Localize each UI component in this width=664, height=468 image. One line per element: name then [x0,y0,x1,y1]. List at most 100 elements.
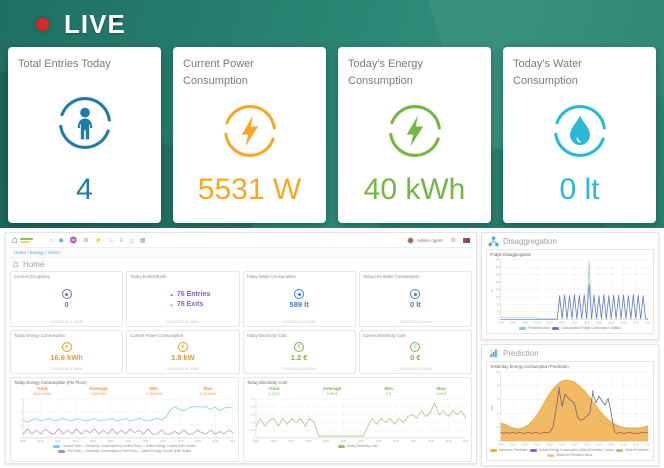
svg-text:16:00: 16:00 [596,444,603,446]
droplet-icon [513,89,646,173]
svg-text:10:00: 10:00 [559,322,566,324]
bar-chart-icon [488,348,499,359]
user-name: Admin Agent [417,238,443,243]
svg-text:18:00: 18:00 [608,322,615,324]
svg-text:40: 40 [497,413,500,415]
card-value: 5531 W [183,173,316,207]
svg-text:14:00: 14:00 [143,440,150,443]
tile-hot-water-consumption[interactable]: Today Hot Water Consumption 0 lt 22/04/2… [359,271,472,327]
svg-text:00:00: 00:00 [498,444,505,446]
bolt-icon [183,89,316,173]
svg-text:18:00: 18:00 [608,444,615,446]
tile-entries-exits[interactable]: Today Entries/Exits ▲76 Entries ▲76 Exit… [126,271,239,327]
svg-text:06:00: 06:00 [72,440,79,443]
legend-label: First Floor — Electricity Consumption (F… [67,449,191,454]
svg-text:02:00: 02:00 [510,444,517,446]
legend-label: Consumption/Fridge Consumption (Watts) [561,326,620,331]
panel-header: Disaggregation [482,233,658,249]
gear-icon[interactable]: ⚙ [451,237,456,244]
svg-text:0.08: 0.08 [250,406,255,409]
stat-value: 0.45 kWh [146,392,162,396]
live-hero-section: LIVE Total Entries Today 4 Current Power… [0,0,664,228]
metric-card-total-entries: Total Entries Today 4 [8,47,161,223]
tile-current-power[interactable]: Current Power Consumption ⚡ 1.8 kW 22/04… [126,330,239,374]
legend-chip [53,445,60,448]
arrow-up-icon: ▲ [169,302,173,307]
nav-apps-icon[interactable]: ▦ [140,238,146,244]
euro-icon: € [294,342,304,352]
metric-cards: Total Entries Today 4 Current Power Cons… [8,47,656,223]
tile-current-cost[interactable]: Current Electricity Cost € 0 € 22/04/201… [359,330,472,374]
tile-caption: 22/04/2019 11:39AM [130,320,235,324]
svg-text:14:00: 14:00 [376,440,383,443]
prediction-panel: Prediction Yesterday Energy Consumption … [481,344,659,466]
live-dot-icon [36,18,49,31]
tile-today-energy[interactable]: Today Energy Consumption ⚡ 16.6 kWh 22/0… [10,330,123,374]
person-icon [18,73,151,174]
prediction-chart: 00:0002:0004:0006:0008:0010:0012:0014:00… [490,369,650,447]
nav-settings-icon[interactable]: ⚙ [83,238,88,244]
stat-value: 0.05 € [323,392,342,396]
legend-label: Maximum Predicted Value [499,448,528,453]
svg-text:12:00: 12:00 [125,440,132,443]
nav-wifi-icon[interactable]: ♒ [70,238,77,244]
svg-text:1: 1 [20,424,22,427]
nav-water-icon[interactable]: ♨ [108,238,113,244]
svg-text:04:00: 04:00 [288,440,295,443]
svg-text:10:00: 10:00 [559,444,566,446]
tile-caption: 22/04/2019 11:39AM [14,320,119,324]
chart-legend: Maximum Predicted Value Actual Energy Co… [490,448,650,458]
legend-chip [547,454,554,457]
svg-text:22:00: 22:00 [633,322,640,324]
svg-text:00:00: 00:00 [253,440,260,443]
tile-caption: 22/04/2019 11:39AM [363,367,468,371]
electricity-cost-chart-panel: Today Electricity Cost Total1.24 € Avera… [243,377,472,462]
panel-title: Disaggregation [503,237,557,246]
svg-text:350: 350 [496,267,501,269]
breadcrumb[interactable]: Home / Energy / Home [9,248,473,258]
svg-text:60: 60 [497,399,500,401]
nav-home-icon[interactable]: ⌂ [49,238,53,244]
nav-occupancy-icon[interactable]: ◉ [59,238,64,244]
svg-text:22:00: 22:00 [633,444,640,446]
disaggregation-panel: Disaggregation Fridge Disaggregation 00:… [481,232,659,340]
tile-today-cost[interactable]: Today Electricity Cost € 1.2 € 22/04/201… [243,330,356,374]
legend-label: Today Electricity Cost [347,444,377,449]
nav-alerts-icon[interactable]: △ [129,238,134,244]
language-flag-icon[interactable] [463,238,470,243]
avatar [407,237,414,244]
svg-text:04:00: 04:00 [55,440,62,443]
user-menu[interactable]: Admin Agent ⚙ [407,237,470,244]
live-label: LIVE [64,9,126,40]
svg-text:23:00: 23:00 [463,440,468,443]
svg-text:08:00: 08:00 [90,440,97,443]
panel-chart-body: Yesterday Energy Consumption Prediction … [486,361,654,461]
nav-energy-icon[interactable]: ⚡ [95,238,102,244]
svg-text:08:00: 08:00 [547,444,554,446]
stat-value: 16.61 kWh [33,392,51,396]
tile-current-occupancy[interactable]: Current Occupancy 0 22/04/2019 11:39AM [10,271,123,327]
bolt-icon: ⚡ [178,342,188,352]
water-drop-icon [294,289,304,299]
svg-text:400: 400 [496,260,501,262]
svg-text:20: 20 [497,427,500,429]
tile-caption: 22/04/2019 11:39AM [363,320,468,324]
euro-icon: € [410,342,420,352]
tile-water-consumption[interactable]: Today Water Consumption 589 lt 22/04/201… [243,271,356,327]
svg-text:00:00: 00:00 [498,322,505,324]
legend-label: Minimum Predicted Value [556,453,592,458]
nav-menu-icon[interactable]: ≡ [120,238,124,244]
svg-text:16:00: 16:00 [596,322,603,324]
nav-icon-row: ⌂ ◉ ♒ ⚙ ⚡ ♨ ≡ △ ▦ [49,238,145,244]
chart-legend: Ground Floor — Electricity Consumption (… [14,444,235,454]
svg-text:100: 100 [496,304,501,306]
card-value: 0 lt [513,173,646,207]
page: LIVE Total Entries Today 4 Current Power… [0,0,664,468]
svg-text:23:00: 23:00 [230,440,235,443]
svg-text:14:00: 14:00 [584,444,591,446]
metric-card-current-power: Current Power Consumption 5531 W [173,47,326,223]
svg-text:12:00: 12:00 [358,440,365,443]
app-logo[interactable]: ⌂ [12,236,33,246]
svg-text:08:00: 08:00 [547,322,554,324]
svg-text:50: 50 [497,312,500,314]
